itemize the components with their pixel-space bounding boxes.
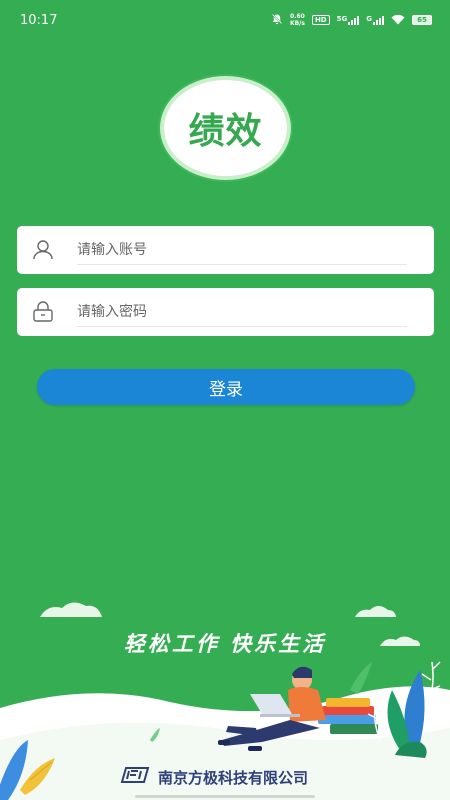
username-input[interactable] <box>77 235 407 265</box>
login-button[interactable]: 登录 <box>37 369 415 405</box>
mute-bell-icon <box>271 13 283 27</box>
hd-badge: HD <box>311 15 330 25</box>
app-logo: 绩效 <box>160 76 291 180</box>
company-footer: 南京方极科技有限公司 <box>120 765 308 789</box>
logo-text: 绩效 <box>188 111 263 152</box>
status-icons: 0.60 KB/s HD 5G G 65 <box>271 13 432 27</box>
company-name: 南京方极科技有限公司 <box>158 768 309 787</box>
net-speed: 0.60 KB/s <box>289 13 305 27</box>
username-field[interactable] <box>17 226 434 274</box>
wifi-icon <box>391 14 405 27</box>
slogan-text: 轻松工作 快乐生活 <box>123 632 327 656</box>
battery-icon: 65 <box>412 15 432 25</box>
home-indicator[interactable] <box>135 795 315 798</box>
user-icon <box>17 226 69 274</box>
status-time: 10:17 <box>20 12 58 28</box>
signal-g-icon: G <box>366 15 384 25</box>
company-logo-icon <box>120 766 150 788</box>
status-bar: 10:17 0.60 KB/s HD 5G G 65 <box>0 0 450 40</box>
password-input[interactable] <box>77 297 407 327</box>
lock-icon <box>17 288 69 336</box>
password-field[interactable] <box>17 288 434 336</box>
signal-5g-icon: 5G <box>337 15 360 25</box>
